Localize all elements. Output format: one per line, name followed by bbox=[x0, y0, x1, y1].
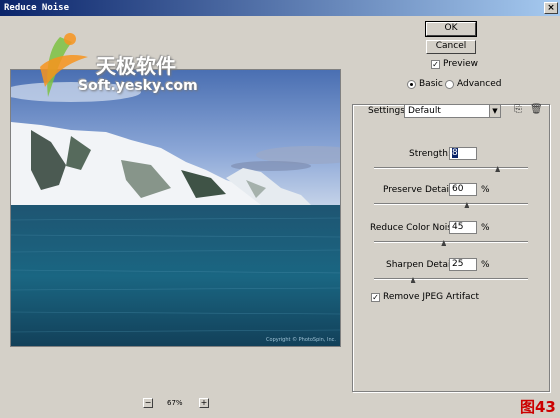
copyright-text: Copyright © PhotoSpin, Inc. bbox=[266, 337, 336, 343]
save-icon[interactable]: ⎘ bbox=[514, 104, 522, 115]
strength-slider-track[interactable] bbox=[374, 167, 528, 169]
sharpen-details-slider-track[interactable] bbox=[374, 278, 528, 280]
landscape-image bbox=[11, 70, 340, 346]
trash-icon[interactable]: 🗑 bbox=[530, 104, 543, 115]
basic-radio[interactable] bbox=[407, 80, 416, 89]
remove-jpeg-artifact-label: Remove JPEG Artifact bbox=[383, 292, 480, 302]
preview-label: Preview bbox=[443, 59, 479, 69]
chevron-down-icon: ▼ bbox=[489, 105, 500, 117]
advanced-radio[interactable] bbox=[445, 80, 454, 89]
ok-button[interactable]: OK bbox=[425, 21, 477, 37]
reduce-color-noise-slider-track[interactable] bbox=[374, 241, 528, 243]
window-titlebar: Reduce Noise × bbox=[0, 0, 560, 16]
zoom-level: 67% bbox=[167, 399, 183, 407]
strength-label: Strength: bbox=[409, 149, 451, 159]
preserve-details-slider-track[interactable] bbox=[374, 203, 528, 205]
advanced-radio-label: Advanced bbox=[457, 79, 502, 89]
preview-image[interactable]: Copyright © PhotoSpin, Inc. bbox=[10, 69, 341, 347]
remove-jpeg-artifact-checkbox[interactable]: ✓ bbox=[371, 293, 380, 302]
watermark-swoosh-icon bbox=[40, 33, 88, 97]
settings-dropdown[interactable]: Default ▼ bbox=[404, 104, 501, 118]
sharpen-details-input[interactable]: 25 bbox=[449, 258, 477, 271]
zoom-in-button[interactable]: + bbox=[199, 398, 209, 408]
close-button[interactable]: × bbox=[544, 2, 558, 14]
reduce-color-noise-input[interactable]: 45 bbox=[449, 221, 477, 234]
cancel-button[interactable]: Cancel bbox=[426, 40, 476, 54]
reduce-color-noise-label: Reduce Color Noise: bbox=[370, 223, 461, 233]
basic-radio-label: Basic bbox=[419, 79, 443, 89]
preserve-details-unit: % bbox=[481, 185, 490, 195]
sharpen-details-unit: % bbox=[481, 260, 490, 270]
settings-label: Settings: bbox=[367, 106, 409, 116]
strength-input[interactable]: 8 bbox=[449, 147, 477, 160]
watermark-brand-en: Soft.yesky.com bbox=[78, 78, 198, 94]
zoom-out-button[interactable]: − bbox=[143, 398, 153, 408]
reduce-color-noise-unit: % bbox=[481, 223, 490, 233]
preserve-details-label: Preserve Details: bbox=[383, 185, 460, 195]
settings-value: Default bbox=[408, 106, 441, 116]
watermark-brand-cn: 天极软件 bbox=[96, 54, 176, 78]
preserve-details-input[interactable]: 60 bbox=[449, 183, 477, 196]
figure-label: 图43 bbox=[520, 398, 556, 416]
preview-checkbox[interactable]: ✓ bbox=[431, 60, 440, 69]
window-title: Reduce Noise bbox=[4, 3, 70, 13]
